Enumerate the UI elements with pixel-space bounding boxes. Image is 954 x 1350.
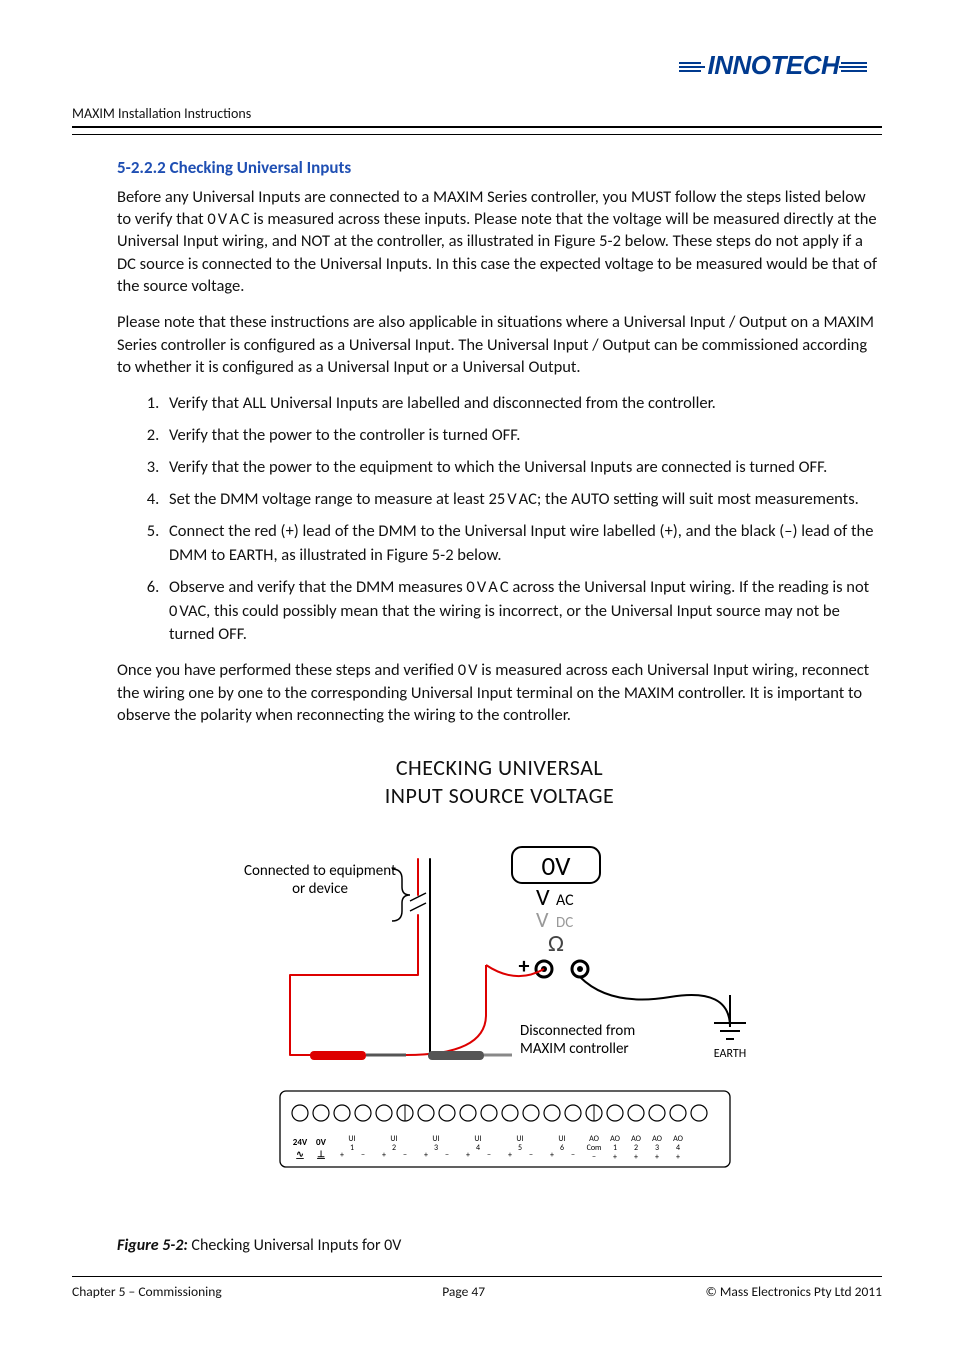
svg-text:+: + <box>424 1150 428 1160</box>
svg-text:−: − <box>361 1150 365 1160</box>
svg-text:MAXIM controller: MAXIM controller <box>520 1040 629 1058</box>
figure-title: CHECKING UNIVERSAL INPUT SOURCE VOLTAGE <box>117 754 882 809</box>
svg-text:⊥: ⊥ <box>317 1149 325 1160</box>
header-rule <box>72 126 882 135</box>
doc-title: MAXIM Installation Instructions <box>72 105 882 122</box>
svg-text:∿: ∿ <box>296 1149 304 1160</box>
svg-text:5: 5 <box>517 1143 521 1153</box>
para-3: Once you have performed these steps and … <box>117 659 882 726</box>
svg-text:or device: or device <box>292 880 348 898</box>
svg-text:+: + <box>466 1150 470 1160</box>
brand-logo: INNOTECH <box>665 50 882 81</box>
figure-caption: Figure 5-2: Checking Universal Inputs fo… <box>117 1235 882 1257</box>
step-item: Connect the red (+) lead of the DMM to t… <box>163 520 882 568</box>
svg-text:+: + <box>508 1150 512 1160</box>
para-1: Before any Universal Inputs are connecte… <box>117 186 882 297</box>
step-item: Verify that ALL Universal Inputs are lab… <box>163 392 882 416</box>
svg-text:6: 6 <box>559 1143 563 1153</box>
svg-text:−: − <box>571 1150 575 1160</box>
svg-text:+: + <box>655 1152 659 1162</box>
footer-center: Page 47 <box>442 1283 485 1300</box>
footer-right: © Mass Electronics Pty Ltd 2011 <box>706 1283 882 1300</box>
svg-text:3: 3 <box>433 1143 437 1153</box>
figure-diagram: Connected to equipment or device 0V V <box>220 835 780 1215</box>
svg-text:1: 1 <box>349 1143 353 1153</box>
svg-text:−: − <box>529 1150 533 1160</box>
step-item: Verify that the power to the equipment t… <box>163 456 882 480</box>
steps-list: Verify that ALL Universal Inputs are lab… <box>117 392 882 647</box>
step-item: Set the DMM voltage range to measure at … <box>163 488 882 512</box>
svg-text:2: 2 <box>391 1143 395 1153</box>
brand-text: INNOTECH <box>707 50 839 80</box>
svg-text:−: − <box>592 1152 596 1162</box>
svg-text:4: 4 <box>475 1143 479 1153</box>
svg-text:−: − <box>445 1150 449 1160</box>
svg-text:−: − <box>403 1150 407 1160</box>
svg-text:+: + <box>550 1150 554 1160</box>
page-footer: Chapter 5 – Commissioning Page 47 © Mass… <box>72 1276 882 1300</box>
svg-text:+: + <box>382 1150 386 1160</box>
svg-text:+: + <box>676 1152 680 1162</box>
svg-text:0V: 0V <box>541 850 571 883</box>
svg-text:+: + <box>340 1150 344 1160</box>
svg-text:Disconnected from: Disconnected from <box>520 1022 635 1040</box>
footer-left: Chapter 5 – Commissioning <box>72 1283 222 1300</box>
svg-text:24V: 24V <box>292 1137 307 1148</box>
step-item: Observe and verify that the DMM measures… <box>163 576 882 648</box>
svg-text:+: + <box>613 1152 617 1162</box>
svg-text:−: − <box>487 1150 491 1160</box>
step-item: Verify that the power to the controller … <box>163 424 882 448</box>
svg-text:0V: 0V <box>316 1137 327 1148</box>
svg-text:Connected to equipment: Connected to equipment <box>243 862 395 880</box>
para-2: Please note that these instructions are … <box>117 311 882 378</box>
svg-text:+: + <box>634 1152 638 1162</box>
figure: CHECKING UNIVERSAL INPUT SOURCE VOLTAGE … <box>117 754 882 1257</box>
svg-text:EARTH: EARTH <box>713 1047 745 1061</box>
svg-text:Ω: Ω <box>548 929 564 958</box>
svg-text:AC: AC <box>556 891 574 910</box>
section-heading: 5-2.2.2 Checking Universal Inputs <box>117 157 882 180</box>
